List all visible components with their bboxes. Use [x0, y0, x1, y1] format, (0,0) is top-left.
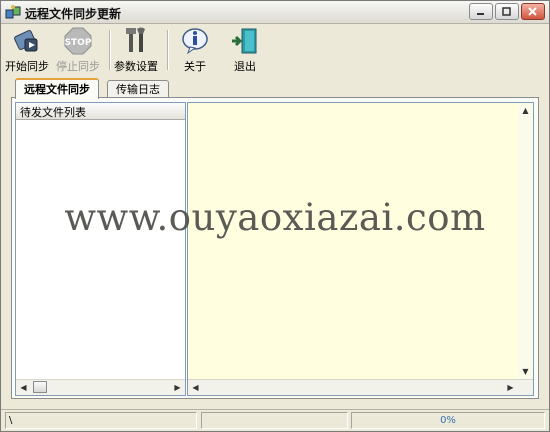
scroll-down-arrow-icon[interactable]: ▼ [518, 364, 533, 379]
exit-label: 退出 [234, 60, 256, 73]
watermark-text: www.ouyaoxiazai.com [64, 196, 486, 239]
minimize-icon [477, 12, 484, 15]
app-icon [5, 4, 21, 20]
tools-icon [120, 26, 152, 56]
scroll-right-arrow-icon[interactable]: ▶ [170, 380, 185, 395]
status-progress: 0% [351, 412, 545, 429]
info-icon [179, 26, 211, 56]
start-sync-button[interactable]: 开始同步 [5, 26, 49, 74]
status-text: \ [9, 415, 13, 426]
about-button[interactable]: 关于 [179, 26, 211, 74]
close-button[interactable] [521, 3, 545, 20]
toolbar: 开始同步 STOP 停止同步 参数设置 关于 退出 [1, 24, 549, 76]
pending-file-list[interactable]: 待发文件列表 ◀ ▶ [15, 102, 186, 396]
window-controls [469, 3, 545, 20]
vertical-scrollbar[interactable]: ▲ ▼ [518, 103, 533, 379]
window-title: 远程文件同步更新 [25, 7, 122, 21]
log-text-area[interactable]: ▲ ▼ ◀ ▶ [187, 102, 534, 396]
progress-percent: 0% [440, 415, 456, 426]
scroll-right-arrow-icon[interactable]: ▶ [503, 380, 518, 395]
scroll-up-arrow-icon[interactable]: ▲ [518, 103, 533, 118]
list-header-label: 待发文件列表 [20, 106, 86, 119]
svg-text:STOP: STOP [65, 38, 92, 48]
exit-button[interactable]: 退出 [229, 26, 261, 74]
title-bar[interactable]: 远程文件同步更新 [1, 1, 549, 24]
close-icon [528, 7, 537, 16]
tab-transfer-log[interactable]: 传输日志 [107, 80, 169, 98]
status-panel-secondary [201, 412, 348, 429]
maximize-button[interactable] [495, 3, 519, 20]
scroll-left-arrow-icon[interactable]: ◀ [16, 380, 31, 395]
status-bar: \ 0% [1, 409, 549, 430]
scroll-thumb[interactable] [33, 381, 47, 393]
list-column-header[interactable]: 待发文件列表 [16, 103, 185, 120]
exit-door-icon [229, 26, 261, 56]
stop-icon: STOP [62, 26, 94, 56]
settings-button[interactable]: 参数设置 [114, 26, 158, 74]
minimize-button[interactable] [469, 3, 493, 20]
stop-sync-label: 停止同步 [56, 60, 100, 73]
scroll-left-arrow-icon[interactable]: ◀ [188, 380, 203, 395]
start-sync-label: 开始同步 [5, 60, 49, 73]
start-sync-icon [11, 26, 43, 56]
status-panel-main: \ [5, 412, 197, 429]
horizontal-scrollbar[interactable]: ◀ ▶ [188, 379, 533, 395]
stop-sync-button[interactable]: STOP 停止同步 [56, 26, 100, 74]
settings-label: 参数设置 [114, 60, 158, 73]
tab-panel: 待发文件列表 ◀ ▶ ▲ ▼ ◀ ▶ [11, 97, 539, 399]
toolbar-separator [167, 30, 169, 70]
maximize-icon [502, 7, 511, 16]
toolbar-separator [109, 30, 111, 70]
horizontal-scrollbar[interactable]: ◀ ▶ [16, 379, 185, 395]
about-label: 关于 [184, 60, 206, 73]
tab-remote-sync[interactable]: 远程文件同步 [15, 78, 99, 99]
